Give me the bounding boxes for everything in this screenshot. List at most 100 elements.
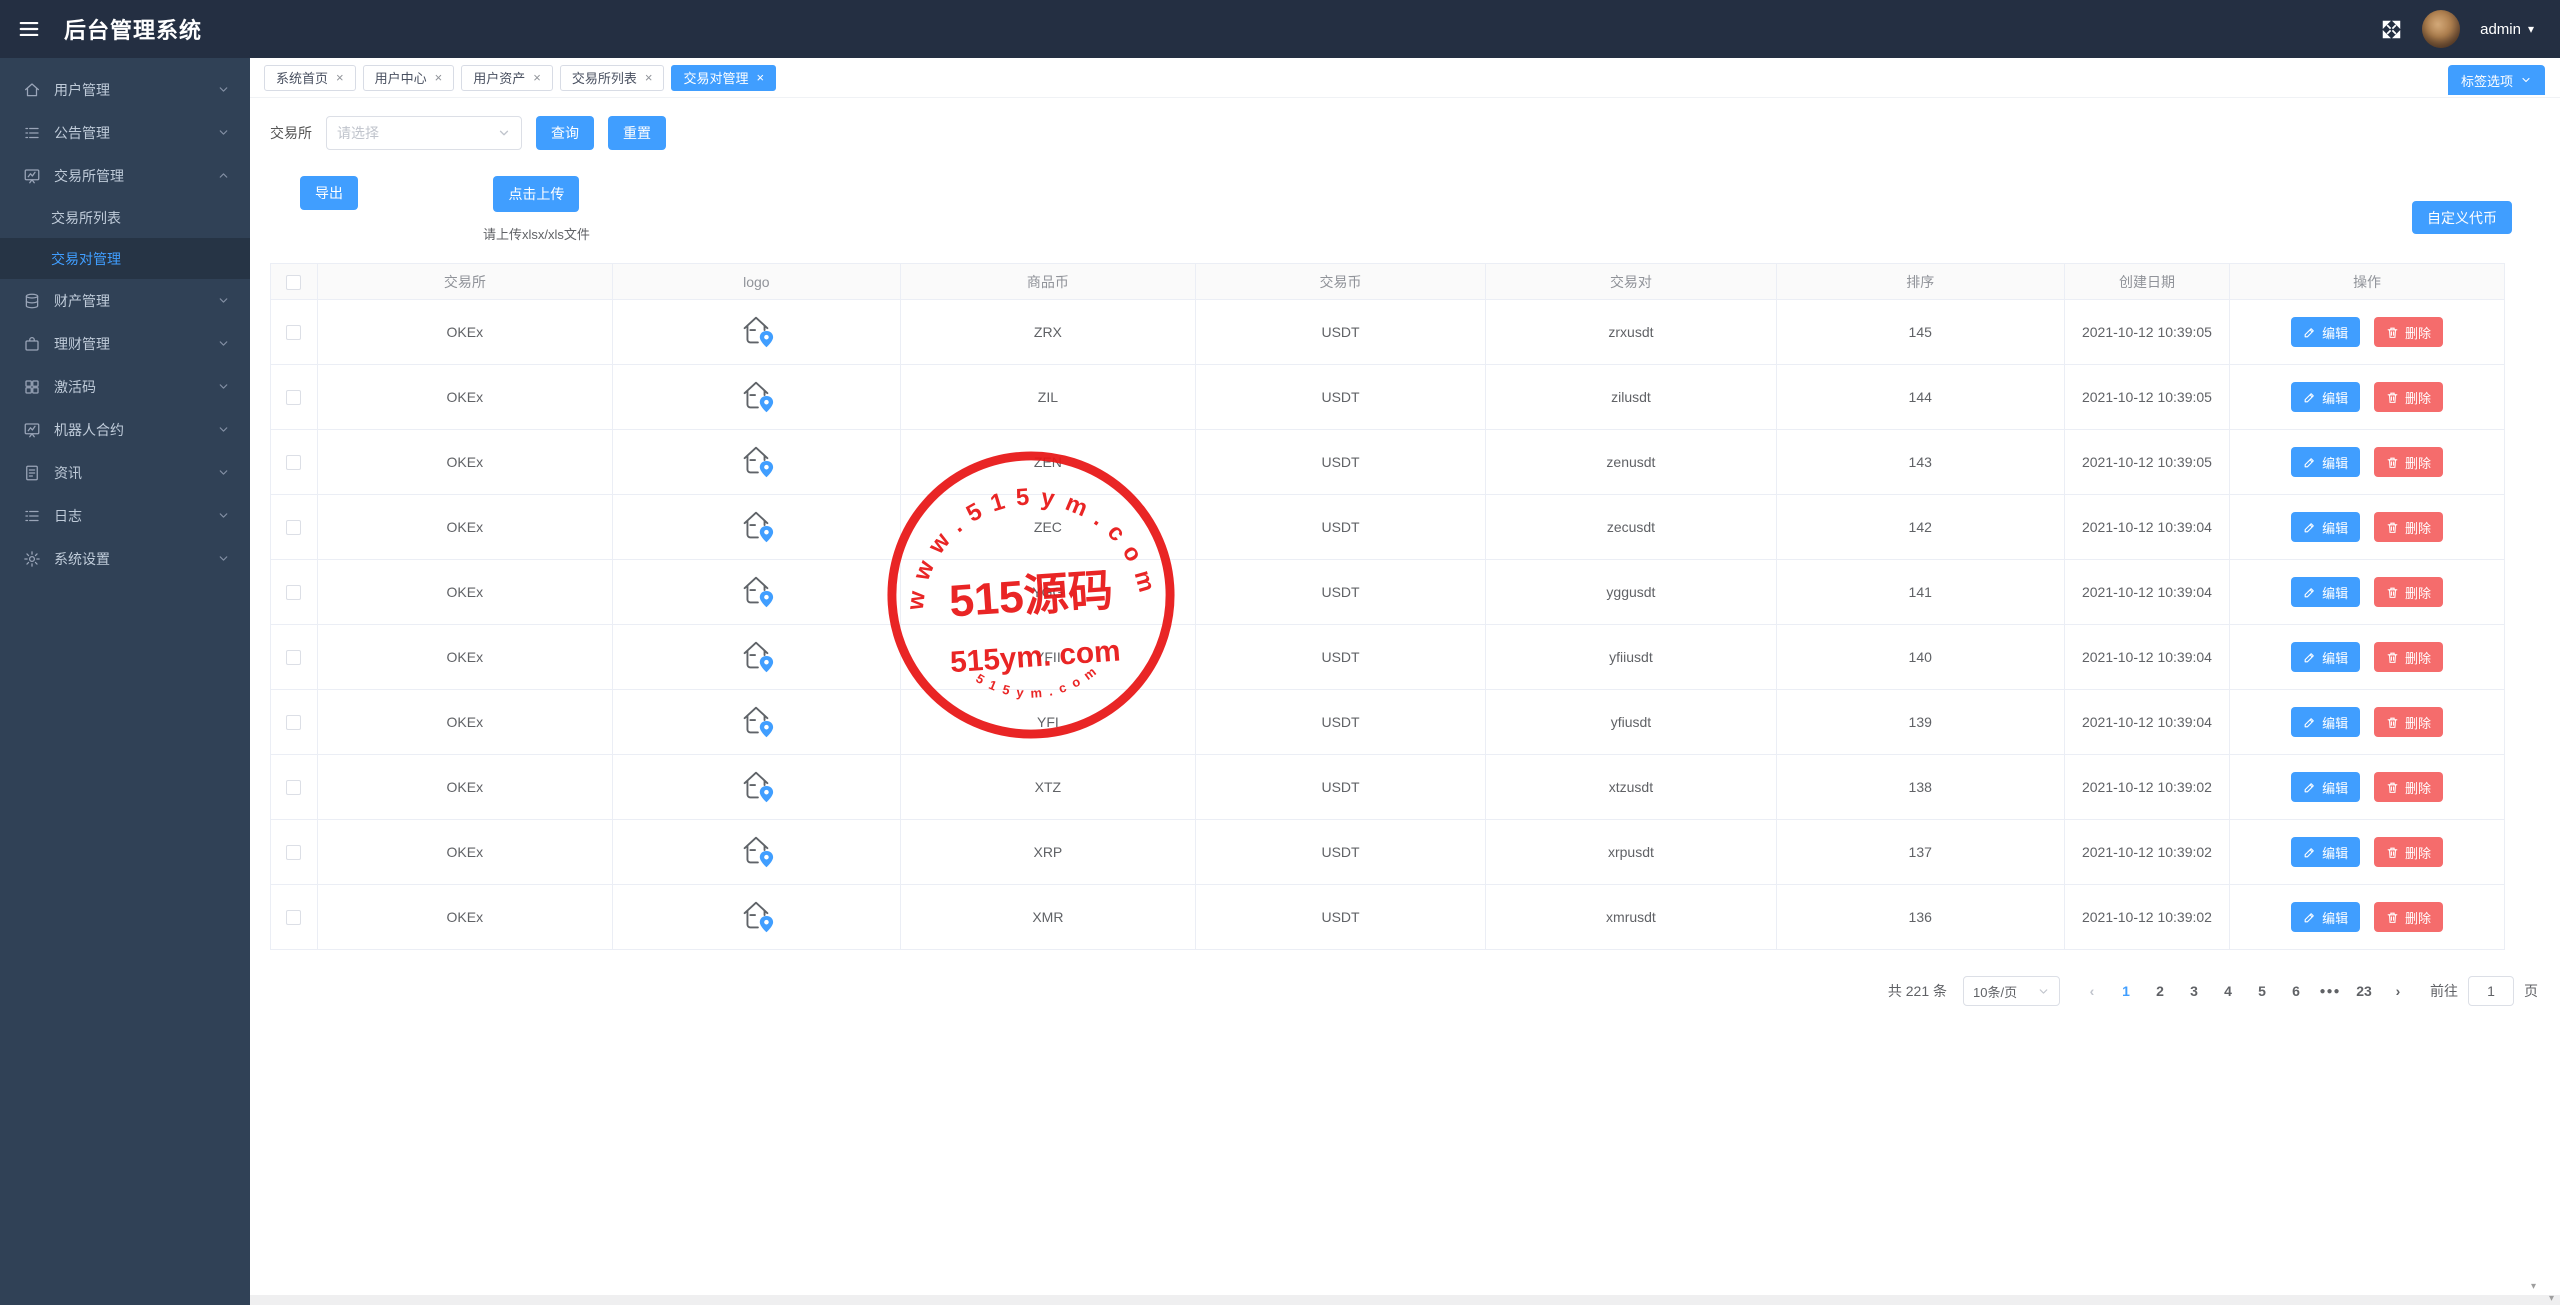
- page-number[interactable]: 3: [2180, 977, 2208, 1005]
- search-button[interactable]: 查询: [536, 116, 594, 150]
- app-header: 后台管理系统 admin ▾: [0, 0, 2560, 58]
- avatar[interactable]: [2422, 10, 2461, 48]
- row-checkbox[interactable]: [286, 780, 302, 796]
- sidebar-item-logs[interactable]: 日志: [0, 494, 250, 537]
- reset-button[interactable]: 重置: [608, 116, 666, 150]
- page-number[interactable]: 2: [2146, 977, 2174, 1005]
- close-icon[interactable]: ×: [756, 71, 764, 84]
- pencil-icon: [2303, 456, 2316, 469]
- delete-button[interactable]: 删除: [2374, 707, 2444, 737]
- delete-button[interactable]: 删除: [2374, 772, 2444, 802]
- row-checkbox[interactable]: [286, 650, 302, 666]
- delete-button[interactable]: 删除: [2374, 902, 2444, 932]
- edit-button[interactable]: 编辑: [2291, 447, 2361, 477]
- user-name: admin: [2480, 20, 2521, 38]
- delete-button[interactable]: 删除: [2374, 642, 2444, 672]
- cell-sort: 141: [1775, 559, 2065, 625]
- row-checkbox[interactable]: [286, 715, 302, 731]
- delete-button[interactable]: 删除: [2374, 577, 2444, 607]
- cell-trade-coin: USDT: [1194, 689, 1487, 755]
- more-pages-icon[interactable]: ●●●: [2316, 977, 2344, 1005]
- next-page-button[interactable]: ›: [2384, 977, 2412, 1005]
- row-checkbox[interactable]: [286, 455, 302, 471]
- scrollbar-arrow-icon[interactable]: ▾: [2531, 1282, 2536, 1292]
- database-icon: [23, 292, 41, 310]
- tab-exchange-list[interactable]: 交易所列表 ×: [559, 64, 665, 91]
- edit-button[interactable]: 编辑: [2291, 642, 2361, 672]
- trash-icon: [2386, 846, 2399, 859]
- upload-area: 点击上传 请上传xlsx/xls文件: [483, 176, 590, 243]
- tab-system-home[interactable]: 系统首页 ×: [264, 64, 356, 91]
- chevron-up-icon: [217, 169, 230, 182]
- horizontal-scrollbar[interactable]: [250, 1295, 2560, 1305]
- sidebar-item-users[interactable]: 用户管理: [0, 68, 250, 111]
- exchange-filter-label: 交易所: [270, 125, 312, 141]
- menu-toggle-icon[interactable]: [18, 18, 40, 40]
- row-checkbox[interactable]: [286, 585, 302, 601]
- page-number[interactable]: 1: [2112, 977, 2140, 1005]
- trash-icon: [2386, 911, 2399, 924]
- pagination: 共 221 条 10条/页 ‹ 1 2 3 4 5 6 ●●● 23 › 前往: [270, 976, 2560, 1006]
- page-number[interactable]: 5: [2248, 977, 2276, 1005]
- caret-down-icon: ▾: [2527, 22, 2534, 36]
- delete-button[interactable]: 删除: [2374, 837, 2444, 867]
- edit-button[interactable]: 编辑: [2291, 837, 2361, 867]
- close-icon[interactable]: ×: [336, 71, 344, 84]
- page-number[interactable]: 4: [2214, 977, 2242, 1005]
- close-icon[interactable]: ×: [435, 71, 443, 84]
- cell-product-coin: XMR: [899, 884, 1196, 950]
- sidebar-item-wealth[interactable]: 理财管理: [0, 322, 250, 365]
- page-size-select[interactable]: 10条/页: [1963, 976, 2060, 1006]
- sidebar-item-trading-pairs[interactable]: 交易对管理: [0, 238, 250, 279]
- sidebar-item-exchange-management[interactable]: 交易所管理: [0, 154, 250, 197]
- edit-button[interactable]: 编辑: [2291, 382, 2361, 412]
- page-number[interactable]: 6: [2282, 977, 2310, 1005]
- close-icon[interactable]: ×: [533, 71, 541, 84]
- custom-token-button[interactable]: 自定义代币: [2412, 201, 2512, 234]
- row-checkbox[interactable]: [286, 845, 302, 861]
- exchange-select[interactable]: 请选择: [326, 116, 522, 150]
- cell-product-coin: XTZ: [899, 754, 1196, 820]
- col-created: 创建日期: [2063, 263, 2231, 300]
- tab-trading-pairs[interactable]: 交易对管理 ×: [671, 64, 777, 91]
- cell-product-coin: ZEC: [899, 494, 1196, 560]
- scrollbar-arrow-icon[interactable]: ▾: [2549, 1294, 2554, 1304]
- sidebar-item-news[interactable]: 资讯: [0, 451, 250, 494]
- sidebar-item-exchange-list[interactable]: 交易所列表: [0, 197, 250, 238]
- delete-button[interactable]: 删除: [2374, 317, 2444, 347]
- close-icon[interactable]: ×: [645, 71, 653, 84]
- delete-button[interactable]: 删除: [2374, 512, 2444, 542]
- select-all-checkbox[interactable]: [286, 274, 302, 290]
- goto-page-input[interactable]: [2468, 976, 2514, 1006]
- export-button[interactable]: 导出: [300, 176, 358, 210]
- row-checkbox[interactable]: [286, 910, 302, 926]
- sidebar-item-activation-codes[interactable]: 激活码: [0, 365, 250, 408]
- gear-icon: [23, 550, 41, 568]
- delete-button[interactable]: 删除: [2374, 382, 2444, 412]
- fullscreen-icon[interactable]: [2381, 19, 2402, 40]
- edit-button[interactable]: 编辑: [2291, 772, 2361, 802]
- content: 交易所 请选择 查询 重置 导出 点击上传 请上传xlsx/xls文件 自定义代: [250, 98, 2560, 1305]
- tab-user-center[interactable]: 用户中心 ×: [362, 64, 455, 91]
- sidebar-item-system-settings[interactable]: 系统设置: [0, 537, 250, 580]
- logo-placeholder-icon: [735, 897, 777, 935]
- sidebar-item-announcements[interactable]: 公告管理: [0, 111, 250, 154]
- row-checkbox[interactable]: [286, 390, 302, 406]
- sidebar-item-robot-contracts[interactable]: 机器人合约: [0, 408, 250, 451]
- row-checkbox[interactable]: [286, 325, 302, 341]
- edit-button[interactable]: 编辑: [2291, 512, 2361, 542]
- page-number-last[interactable]: 23: [2350, 977, 2378, 1005]
- delete-button[interactable]: 删除: [2374, 447, 2444, 477]
- upload-button[interactable]: 点击上传: [493, 176, 580, 212]
- user-menu[interactable]: admin ▾: [2480, 21, 2534, 38]
- row-checkbox[interactable]: [286, 520, 302, 536]
- tab-user-assets[interactable]: 用户资产 ×: [461, 64, 553, 91]
- tab-options-button[interactable]: 标签选项: [2447, 65, 2545, 95]
- prev-page-button[interactable]: ‹: [2078, 977, 2106, 1005]
- edit-button[interactable]: 编辑: [2291, 317, 2361, 347]
- edit-button[interactable]: 编辑: [2291, 707, 2361, 737]
- sidebar-item-assets[interactable]: 财产管理: [0, 279, 250, 322]
- edit-button[interactable]: 编辑: [2291, 902, 2361, 932]
- trash-icon: [2386, 521, 2399, 534]
- edit-button[interactable]: 编辑: [2291, 577, 2361, 607]
